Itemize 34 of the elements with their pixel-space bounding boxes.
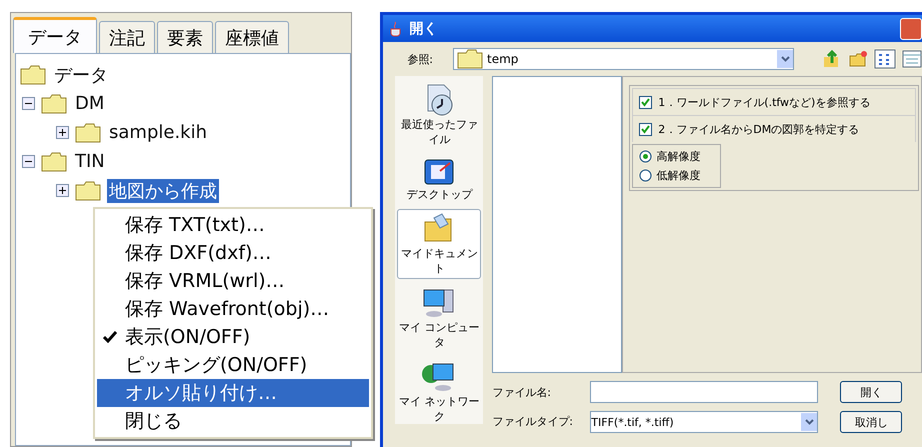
- place-item[interactable]: マイ ネットワーク: [397, 357, 482, 427]
- file-type-label: ファイルタイプ:: [492, 414, 574, 429]
- file-type-dropdown[interactable]: TIFF(*.tif, *.tiff): [590, 411, 818, 433]
- look-in-dropdown[interactable]: temp: [453, 48, 794, 70]
- menu-item[interactable]: 表示(ON/OFF): [97, 323, 369, 351]
- menu-item[interactable]: 保存 VRML(wrl)…: [97, 267, 369, 295]
- tab[interactable]: 注記: [99, 21, 155, 53]
- look-in-label: 参照:: [407, 52, 433, 66]
- place-item[interactable]: 最近使ったファイル: [397, 80, 482, 150]
- menu-item[interactable]: 保存 TXT(txt)…: [97, 211, 369, 239]
- menu-item[interactable]: 保存 DXF(dxf)…: [97, 239, 369, 267]
- tab[interactable]: データ: [13, 17, 97, 53]
- tree-item[interactable]: 地図から作成: [107, 178, 219, 202]
- radio-option[interactable]: 低解像度: [639, 166, 700, 185]
- radio-option[interactable]: 高解像度: [639, 147, 700, 166]
- menu-item[interactable]: 閉じる: [97, 407, 369, 435]
- tree-item[interactable]: TIN: [73, 151, 107, 172]
- tree-item[interactable]: データ: [52, 62, 110, 86]
- tree-item[interactable]: DM: [73, 93, 106, 114]
- tree-item[interactable]: sample.kih: [107, 122, 209, 143]
- place-item[interactable]: デスクトップ: [397, 154, 482, 205]
- menu-item[interactable]: オルソ貼り付け…: [97, 379, 369, 407]
- option-checkbox[interactable]: 2．ファイル名からDMの図郭を特定する: [632, 115, 916, 142]
- menu-item[interactable]: ピッキング(ON/OFF): [97, 351, 369, 379]
- menu-item[interactable]: 保存 Wavefront(obj)…: [97, 295, 369, 323]
- dialog-button[interactable]: 取消し: [840, 411, 902, 433]
- place-item[interactable]: マイドキュメント: [397, 209, 482, 279]
- tab[interactable]: 座標値: [215, 21, 289, 53]
- dialog-button[interactable]: 開く: [840, 381, 902, 403]
- place-item[interactable]: マイ コンピュータ: [397, 283, 482, 353]
- tab[interactable]: 要素: [157, 21, 213, 53]
- file-name-label: ファイル名:: [492, 385, 552, 400]
- option-checkbox[interactable]: 1．ワールドファイル(.tfwなど)を参照する: [632, 88, 916, 115]
- window-title: 開く: [409, 20, 438, 38]
